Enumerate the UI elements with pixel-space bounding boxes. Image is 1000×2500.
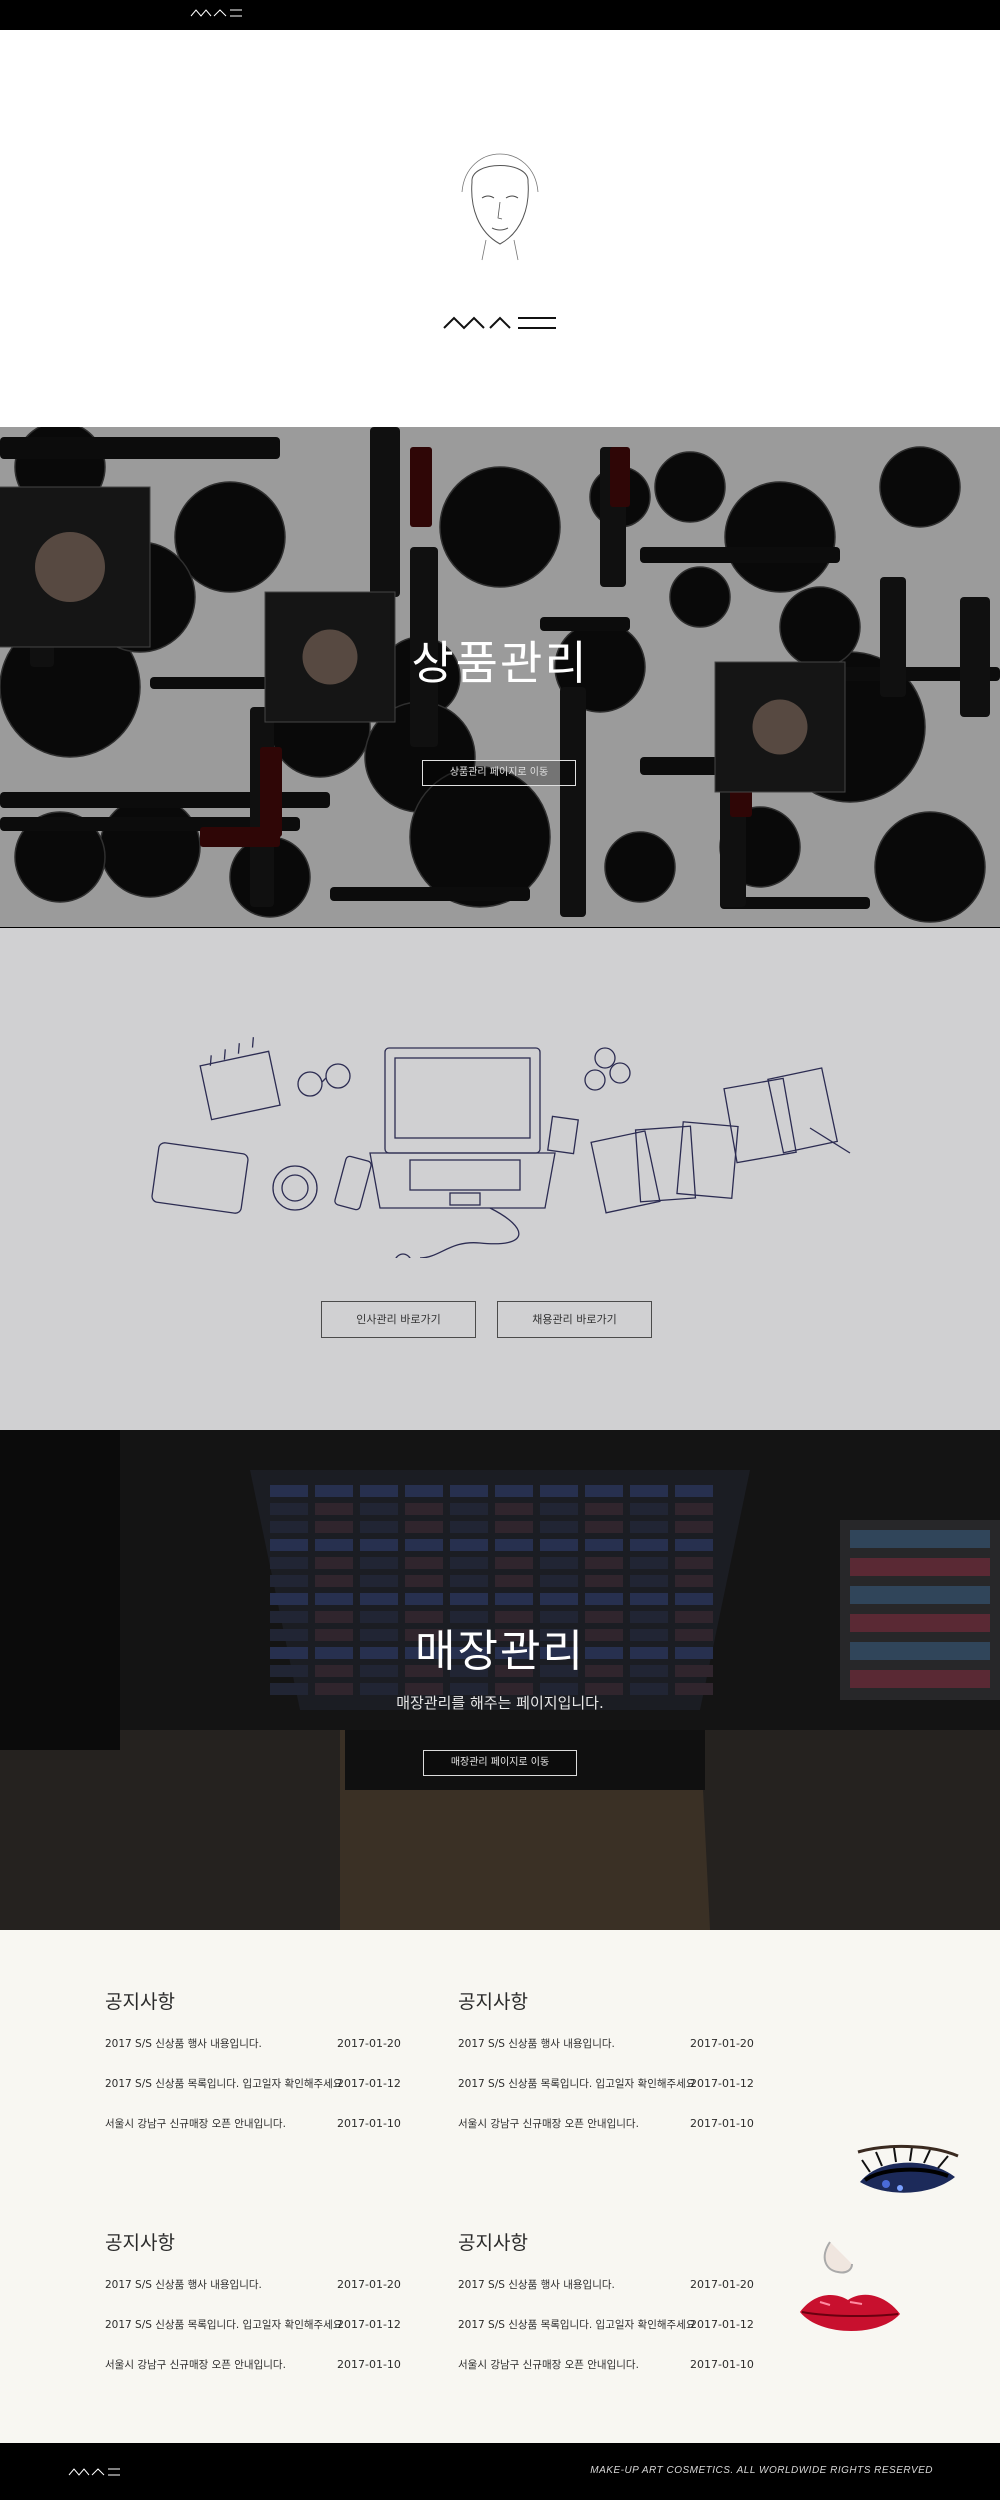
- notice-date: 2017-01-20: [690, 2278, 754, 2291]
- notice-date: 2017-01-12: [690, 2077, 754, 2090]
- store-management-section: 매장관리 매장관리를 해주는 페이지입니다. 매장관리 페이지로 이동: [0, 1430, 1000, 1930]
- office-section: 인사관리 바로가기 채용관리 바로가기: [0, 928, 1000, 1430]
- notice-title[interactable]: 서울시 강남구 신규매장 오픈 안내입니다.: [458, 2357, 639, 2372]
- footer-copyright: MAKE-UP ART COSMETICS. ALL WORLDWIDE RIG…: [590, 2465, 933, 2476]
- notice-title[interactable]: 2017 S/S 신상품 행사 내용입니다.: [105, 2036, 262, 2051]
- notice-title[interactable]: 2017 S/S 신상품 행사 내용입니다.: [105, 2277, 262, 2292]
- notice-title[interactable]: 2017 S/S 신상품 목록입니다. 입고일자 확인해주세요: [458, 2317, 696, 2332]
- notice-date: 2017-01-10: [690, 2117, 754, 2130]
- notice-item[interactable]: 서울시 강남구 신규매장 오픈 안내입니다. 2017-01-10: [105, 2116, 405, 2156]
- notice-title[interactable]: 서울시 강남구 신규매장 오픈 안내입니다.: [105, 2357, 286, 2372]
- notice-title[interactable]: 2017 S/S 신상품 행사 내용입니다.: [458, 2277, 615, 2292]
- notice-date: 2017-01-12: [690, 2318, 754, 2331]
- store-section-subtitle: 매장관리를 해주는 페이지입니다.: [396, 1694, 604, 1712]
- store-interior-image: [0, 1430, 1000, 1930]
- notice-title[interactable]: 서울시 강남구 신규매장 오픈 안내입니다.: [458, 2116, 639, 2131]
- notice-heading: 공지사항: [458, 1991, 528, 2013]
- notice-date: 2017-01-20: [337, 2037, 401, 2050]
- notice-item[interactable]: 2017 S/S 신상품 행사 내용입니다. 2017-01-20: [458, 2036, 758, 2076]
- hero-section: [0, 30, 1000, 427]
- notice-date: 2017-01-12: [337, 2318, 401, 2331]
- notice-date: 2017-01-10: [690, 2358, 754, 2371]
- notice-item[interactable]: 서울시 강남구 신규매장 오픈 안내입니다. 2017-01-10: [105, 2357, 405, 2397]
- mac-logo-icon[interactable]: [190, 9, 246, 17]
- notice-board: 공지사항 2017 S/S 신상품 행사 내용입니다. 2017-01-20 20…: [458, 1987, 758, 2156]
- notice-title[interactable]: 2017 S/S 신상품 목록입니다. 입고일자 확인해주세요: [105, 2317, 343, 2332]
- notice-heading: 공지사항: [105, 1991, 175, 2013]
- notice-date: 2017-01-20: [337, 2278, 401, 2291]
- notice-board: 공지사항 2017 S/S 신상품 행사 내용입니다. 2017-01-20 20…: [458, 2228, 758, 2397]
- notice-heading: 공지사항: [458, 2232, 528, 2254]
- notice-item[interactable]: 2017 S/S 신상품 목록입니다. 입고일자 확인해주세요 2017-01-1…: [105, 2317, 405, 2357]
- notice-title[interactable]: 2017 S/S 신상품 목록입니다. 입고일자 확인해주세요: [105, 2076, 343, 2091]
- hr-management-button[interactable]: 인사관리 바로가기: [321, 1301, 476, 1338]
- footer-mac-logo-icon[interactable]: [68, 2468, 124, 2476]
- makeup-face-illustration-icon: [800, 2144, 959, 2332]
- notice-item[interactable]: 서울시 강남구 신규매장 오픈 안내입니다. 2017-01-10: [458, 2116, 758, 2156]
- product-management-section: 상품관리 상품관리 페이지로 이동: [0, 427, 1000, 927]
- face-sketch-icon: [461, 153, 539, 261]
- notice-date: 2017-01-12: [337, 2077, 401, 2090]
- notices-section: 공지사항 2017 S/S 신상품 행사 내용입니다. 2017-01-20 20…: [0, 1930, 1000, 2443]
- notice-item[interactable]: 2017 S/S 신상품 행사 내용입니다. 2017-01-20: [458, 2277, 758, 2317]
- recruitment-management-button[interactable]: 채용관리 바로가기: [497, 1301, 652, 1338]
- notice-date: 2017-01-10: [337, 2358, 401, 2371]
- notice-title[interactable]: 2017 S/S 신상품 목록입니다. 입고일자 확인해주세요: [458, 2076, 696, 2091]
- product-section-title: 상품관리: [411, 636, 589, 690]
- notice-item[interactable]: 2017 S/S 신상품 목록입니다. 입고일자 확인해주세요 2017-01-1…: [458, 2317, 758, 2357]
- notice-date: 2017-01-10: [337, 2117, 401, 2130]
- notice-item[interactable]: 서울시 강남구 신규매장 오픈 안내입니다. 2017-01-10: [458, 2357, 758, 2397]
- notice-title[interactable]: 2017 S/S 신상품 행사 내용입니다.: [458, 2036, 615, 2051]
- notice-item[interactable]: 2017 S/S 신상품 행사 내용입니다. 2017-01-20: [105, 2277, 405, 2317]
- notice-date: 2017-01-20: [690, 2037, 754, 2050]
- notice-title[interactable]: 서울시 강남구 신규매장 오픈 안내입니다.: [105, 2116, 286, 2131]
- notice-board: 공지사항 2017 S/S 신상품 행사 내용입니다. 2017-01-20 20…: [105, 2228, 405, 2397]
- mac-brand-logo-icon: [443, 316, 556, 330]
- notice-item[interactable]: 2017 S/S 신상품 행사 내용입니다. 2017-01-20: [105, 2036, 405, 2076]
- top-bar: [0, 0, 1000, 30]
- notice-heading: 공지사항: [105, 2232, 175, 2254]
- store-page-button[interactable]: 매장관리 페이지로 이동: [423, 1750, 577, 1776]
- office-illustration-icon: [151, 1037, 851, 1258]
- notice-board: 공지사항 2017 S/S 신상품 행사 내용입니다. 2017-01-20 20…: [105, 1987, 405, 2156]
- product-page-button[interactable]: 상품관리 페이지로 이동: [422, 760, 576, 786]
- footer: MAKE-UP ART COSMETICS. ALL WORLDWIDE RIG…: [0, 2443, 1000, 2500]
- notice-item[interactable]: 2017 S/S 신상품 목록입니다. 입고일자 확인해주세요 2017-01-1…: [105, 2076, 405, 2116]
- notice-item[interactable]: 2017 S/S 신상품 목록입니다. 입고일자 확인해주세요 2017-01-1…: [458, 2076, 758, 2116]
- store-section-title: 매장관리: [415, 1626, 585, 1677]
